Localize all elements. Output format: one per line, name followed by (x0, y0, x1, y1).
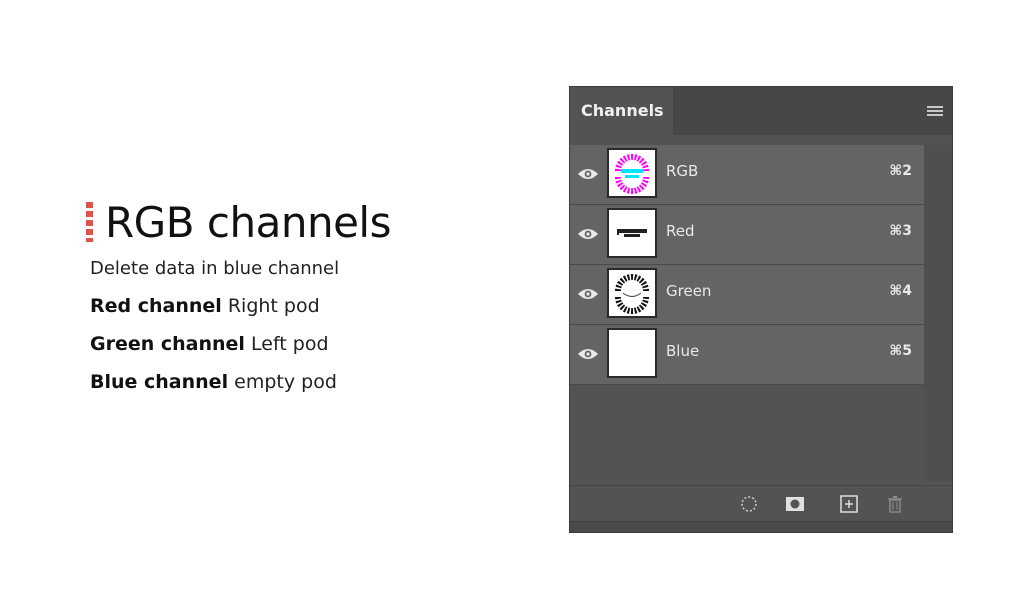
channel-thumbnail-blue (607, 328, 657, 378)
eye-icon[interactable] (577, 287, 599, 301)
channel-name: Blue (666, 342, 700, 360)
red-channel-line: Red channel Right pod (90, 295, 526, 317)
panel-footer (570, 485, 952, 523)
eye-icon[interactable] (577, 167, 599, 181)
channel-row-green[interactable]: Green ⌘4 (570, 265, 926, 325)
line-rest: Right pod (227, 295, 320, 317)
title-accent-bar (86, 202, 93, 242)
line-rest: empty pod (234, 371, 337, 393)
slide-title: RGB channels (105, 197, 391, 247)
channel-list: RGB ⌘2 Red ⌘3 Green ⌘4 Blue ⌘5 (570, 145, 926, 385)
line-strong: Red channel (90, 295, 222, 317)
blue-channel-line: Blue channel empty pod (90, 371, 526, 393)
channel-thumbnail-rgb (607, 148, 657, 198)
channel-row-blue[interactable]: Blue ⌘5 (570, 325, 926, 385)
delete-channel-icon[interactable] (884, 493, 906, 515)
channel-row-rgb[interactable]: RGB ⌘2 (570, 145, 926, 205)
channels-panel: Channels RGB ⌘2 Red ⌘3 Green ⌘4 Blue ⌘5 (569, 86, 953, 533)
eye-icon[interactable] (577, 227, 599, 241)
panel-header: Channels (570, 87, 952, 135)
channel-row-red[interactable]: Red ⌘3 (570, 205, 926, 265)
panel-menu-icon[interactable] (927, 106, 943, 117)
channel-shortcut: ⌘3 (889, 223, 912, 239)
panel-scrollbar[interactable] (924, 145, 952, 481)
load-selection-icon[interactable] (738, 493, 760, 515)
channel-shortcut: ⌘2 (889, 163, 912, 179)
line-rest: Left pod (251, 333, 329, 355)
green-channel-line: Green channel Left pod (90, 333, 526, 355)
slide-text: RGB channels Delete data in blue channel… (86, 192, 526, 393)
save-selection-icon[interactable] (784, 493, 806, 515)
line-strong: Green channel (90, 333, 245, 355)
slide-subtitle: Delete data in blue channel (90, 258, 340, 279)
tab-channels[interactable]: Channels (570, 87, 673, 135)
channel-name: RGB (666, 162, 699, 180)
panel-resize-bar[interactable] (570, 521, 952, 532)
eye-icon[interactable] (577, 347, 599, 361)
title-row: RGB channels (86, 192, 526, 252)
line-strong: Blue channel (90, 371, 229, 393)
channel-shortcut: ⌘5 (889, 343, 912, 359)
channel-shortcut: ⌘4 (889, 283, 912, 299)
channel-thumbnail-red (607, 208, 657, 258)
channel-thumbnail-green (607, 268, 657, 318)
new-channel-icon[interactable] (838, 493, 860, 515)
channel-name: Green (666, 282, 712, 300)
channel-name: Red (666, 222, 695, 240)
